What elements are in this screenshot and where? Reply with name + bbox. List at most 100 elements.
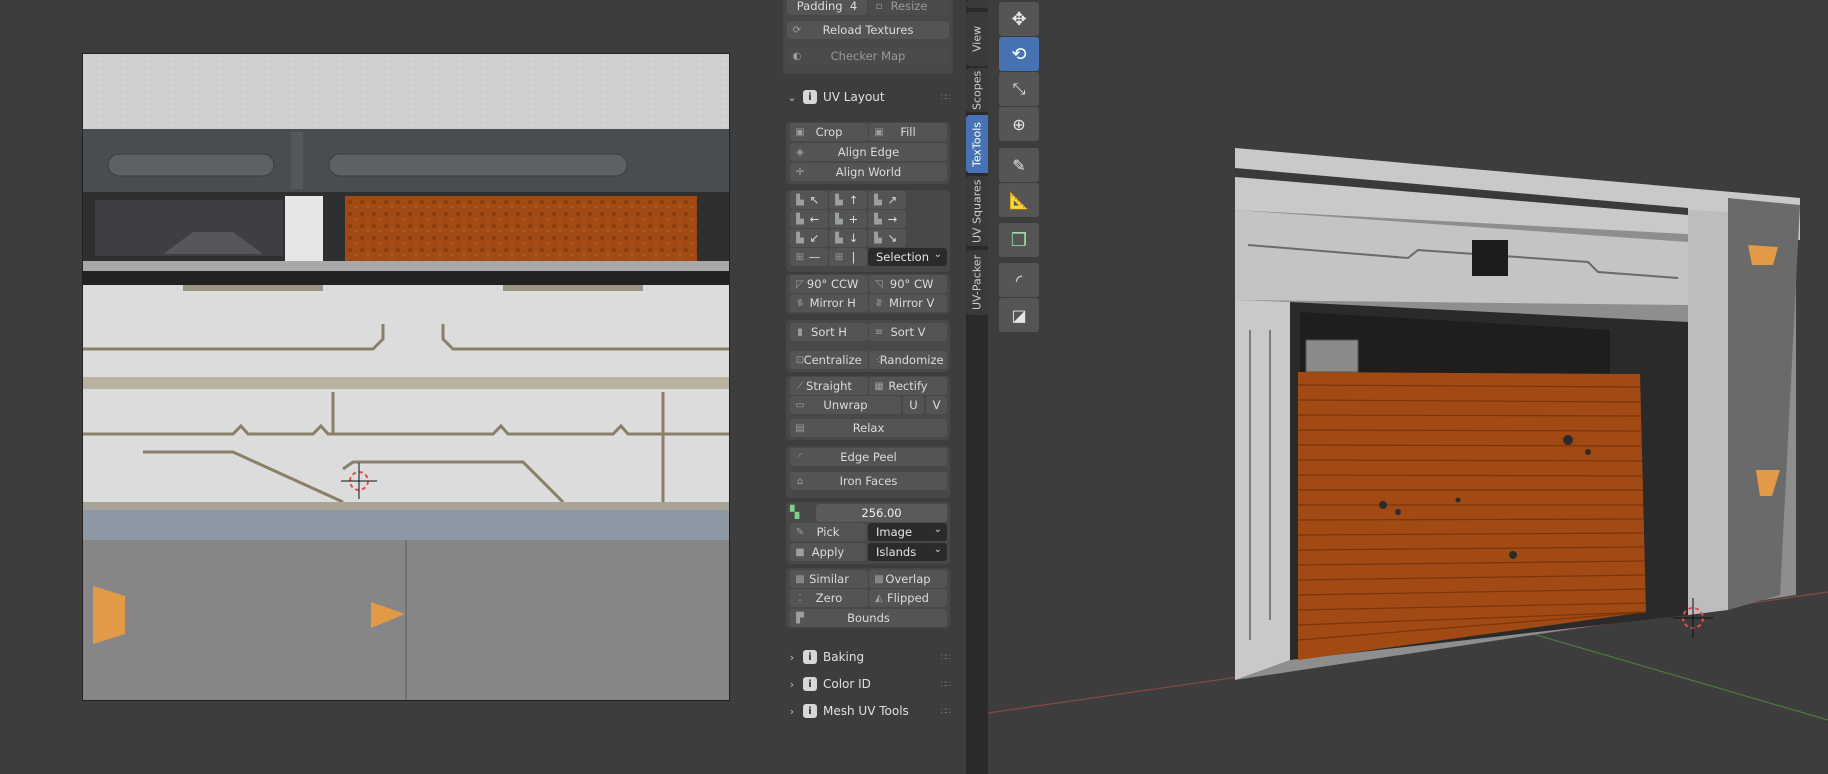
align-horizontal-button[interactable]: ⊞ — [790,248,828,266]
uv-editor-viewport[interactable] [0,0,776,774]
color-id-panel-header[interactable]: › i Color ID ∷∷ [777,673,960,695]
baking-panel-header[interactable]: › i Baking ∷∷ [777,646,960,668]
tab-scopes[interactable]: Scopes [966,68,988,112]
chevron-down-icon: ⌄ [933,524,942,535]
align-bottom-right-button[interactable]: ▙ ↘ [868,229,906,247]
mirror-v-button[interactable]: ⥯ Mirror V [869,294,947,312]
drag-grip-icon[interactable]: ∷∷ [941,707,952,717]
measure-icon: 📐 [1009,190,1029,210]
arrow-n: ↑ [848,193,859,207]
unwrap-icon: ▭ [795,399,805,411]
fill-button[interactable]: ▣ Fill [869,123,947,141]
shrink-icon: ◪ [1011,305,1027,325]
pick-button[interactable]: ✎ Pick [790,523,866,541]
select-bounds-button[interactable]: ▛ Bounds [790,609,947,627]
shrink-tool-button[interactable]: ◪ [999,298,1039,332]
arrow-sw: ↙ [809,231,820,245]
align-center-button[interactable]: ▙ + [829,210,867,228]
rotate-ccw-icon: ◸ [796,278,804,290]
align-world-button[interactable]: ✛ Align World [790,163,947,181]
pick-mode-dropdown[interactable]: Image ⌄ [868,523,947,541]
bar-label: | [851,250,856,264]
add-cube-tool-button[interactable]: ❒ [999,223,1039,257]
align-left-button[interactable]: ▙ ← [790,210,828,228]
straight-label: Straight [806,379,852,393]
padding-field[interactable]: Padding 4 [787,0,867,15]
rotate-cw-icon: ◹ [875,278,883,290]
edge-peel-button[interactable]: ◜ Edge Peel [790,448,947,466]
corner-icon: ▙ [835,213,843,225]
select-flipped-button[interactable]: ◭ Flipped [869,589,947,607]
tab-textools[interactable]: TexTools [966,115,988,173]
uv-layout-panel-header[interactable]: ⌄ i UV Layout ∷∷ [777,86,960,108]
iron-faces-button[interactable]: ⌂ Iron Faces [790,472,947,490]
drag-grip-icon[interactable]: ∷∷ [941,680,952,690]
reload-textures-label: Reload Textures [822,23,914,37]
collapse-arrow-icon: › [789,650,795,664]
rotate-ccw-button[interactable]: ◸ 90° CCW [790,275,868,293]
texel-checker-icon: ▚ [790,505,800,519]
checker-map-button[interactable]: ◐ Checker Map [787,47,949,65]
align-vertical-button[interactable]: ⊞ | [829,248,867,266]
apply-icon: ■ [795,546,805,558]
centralize-label: Centralize [803,353,862,367]
select-similar-button[interactable]: ▩ Similar [790,570,868,588]
align-top-left-button[interactable]: ▙ ↖ [790,191,828,209]
move-tool-button[interactable]: ✥ [999,2,1039,36]
sort-v-button[interactable]: ≡ Sort V [869,323,947,341]
transform-tool-button[interactable]: ⊕ [999,107,1039,141]
randomize-button[interactable]: ⁘ Randomize [869,351,947,369]
arrow-w: ← [809,212,820,226]
align-top-right-button[interactable]: ▙ ↗ [868,191,906,209]
align-right-button[interactable]: ▙ → [868,210,906,228]
align-top-button[interactable]: ▙ ↑ [829,191,867,209]
sort-h-button[interactable]: ▮ Sort H [790,323,868,341]
arrow-center: + [848,212,859,226]
corner-icon: ▙ [796,213,804,225]
centralize-button[interactable]: ⊡ Centralize [790,351,868,369]
checker-map-label: Checker Map [830,49,906,63]
unwrap-v-button[interactable]: V [926,396,947,414]
collapse-arrow-icon: › [789,704,795,718]
align-bottom-left-button[interactable]: ▙ ↙ [790,229,828,247]
rectify-button[interactable]: ▦ Rectify [869,377,947,395]
drag-grip-icon[interactable]: ∷∷ [941,653,952,663]
drag-grip-icon[interactable]: ∷∷ [941,93,952,103]
selection-dropdown[interactable]: Selection ⌄ [868,248,947,266]
unwrap-button[interactable]: ▭ Unwrap [790,396,901,414]
reload-textures-button[interactable]: ⟳ Reload Textures [787,21,949,39]
3d-viewport[interactable] [988,0,1828,774]
apply-mode-dropdown[interactable]: Islands ⌄ [868,543,947,561]
bevel-tool-button[interactable]: ◜ [999,263,1039,297]
unwrap-u-button[interactable]: U [903,396,924,414]
apply-label: Apply [811,545,845,559]
rotate-tool-button[interactable]: ⟲ [999,37,1039,71]
mesh-uv-tools-panel-header[interactable]: › i Mesh UV Tools ∷∷ [777,700,960,722]
tab-view[interactable]: View [966,12,988,66]
uv-layout-title: UV Layout [823,90,885,104]
unwrap-v-label: V [932,398,941,412]
collapse-arrow-icon: › [789,677,795,691]
corner-icon: ▙ [796,232,804,244]
texel-density-field[interactable]: 256.00 [816,504,947,522]
rotate-cw-button[interactable]: ◹ 90° CW [869,275,947,293]
straight-button[interactable]: ⟋ Straight [790,377,868,395]
select-zero-button[interactable]: ⁚ Zero [790,589,868,607]
measure-tool-button[interactable]: 📐 [999,183,1039,217]
rotate-cw-label: 90° CW [889,277,934,291]
crop-button[interactable]: ▣ Crop [790,123,868,141]
corner-icon: ▙ [796,194,804,206]
scale-tool-button[interactable]: ⤡ [999,72,1039,106]
arrow-s: ↓ [848,231,859,245]
mirror-h-button[interactable]: ⥮ Mirror H [790,294,868,312]
annotate-tool-button[interactable]: ✎ [999,148,1039,182]
tab-uv-packer[interactable]: UV-Packer [966,250,988,315]
relax-button[interactable]: ▤ Relax [790,419,947,437]
tab-uv-squares[interactable]: UV Squares [966,176,988,246]
apply-button[interactable]: ■ Apply [790,543,866,561]
resize-button[interactable]: ▫ Resize [869,0,949,15]
select-overlap-button[interactable]: ▩ Overlap [869,570,947,588]
sort-v-icon: ≡ [874,326,884,338]
align-bottom-button[interactable]: ▙ ↓ [829,229,867,247]
align-edge-button[interactable]: ◈ Align Edge [790,143,947,161]
